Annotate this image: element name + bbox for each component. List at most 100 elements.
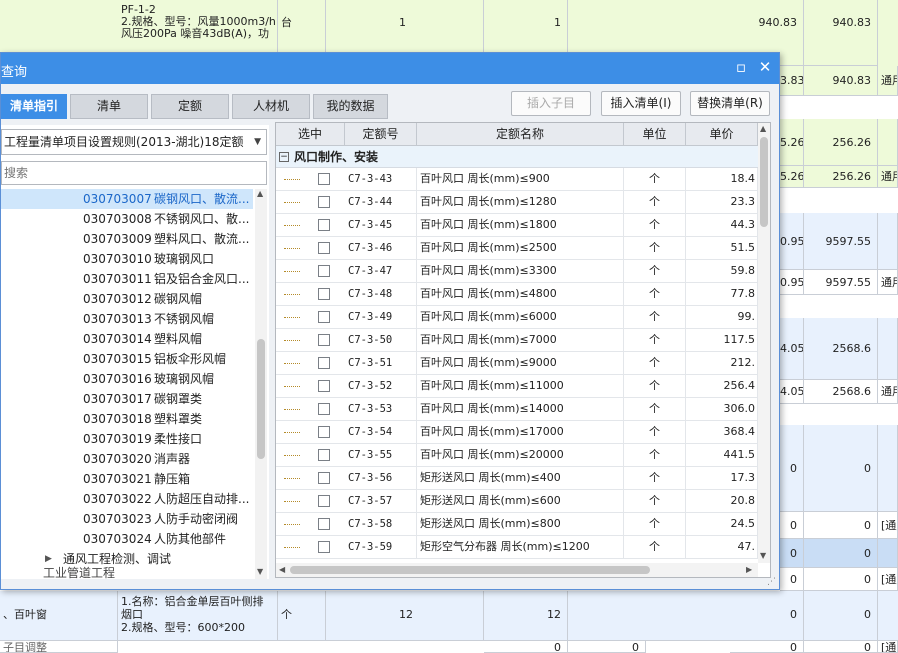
scroll-right-icon[interactable]: ▶ bbox=[746, 565, 752, 574]
resize-grip-icon[interactable]: ⋰ bbox=[767, 577, 776, 587]
grid-hscroll-thumb[interactable] bbox=[290, 566, 650, 574]
table-row[interactable]: C7-3-56 矩形送风口 周长(mm)≤400 个 17.3 bbox=[276, 467, 758, 490]
tree-item[interactable]: 030703023 人防手动密闭阀 bbox=[1, 509, 253, 529]
table-row[interactable]: C7-3-53 百叶风口 周长(mm)≤14000 个 306.0 bbox=[276, 398, 758, 421]
tree-item-code: 030703017 bbox=[83, 392, 152, 406]
tree-item[interactable]: 030703016 玻璃钢风帽 bbox=[1, 369, 253, 389]
select-checkbox[interactable] bbox=[318, 449, 330, 461]
col-header-code[interactable]: 定额号 bbox=[345, 123, 417, 146]
tree-folder-item[interactable]: 工业管道工程 bbox=[1, 563, 253, 579]
search-input[interactable] bbox=[1, 161, 267, 185]
table-row[interactable]: C7-3-49 百叶风口 周长(mm)≤6000 个 99. bbox=[276, 306, 758, 329]
grid-vscrollbar[interactable]: ▲ ▼ bbox=[758, 123, 770, 563]
tree-item-name: 不锈钢风口、散... bbox=[154, 212, 250, 226]
rule-select[interactable]: 工程量清单项目设置规则(2013-湖北)18定额 ▼ bbox=[1, 129, 267, 155]
select-checkbox[interactable] bbox=[318, 173, 330, 185]
table-row[interactable]: C7-3-47 百叶风口 周长(mm)≤3300 个 59.8 bbox=[276, 260, 758, 283]
tree-item[interactable]: 030703010 玻璃钢风口 bbox=[1, 249, 253, 269]
tree-item-name: 塑料风帽 bbox=[154, 332, 203, 346]
tree-scrollbar[interactable]: ▲ ▼ bbox=[255, 189, 267, 579]
tree-item[interactable]: 030703011 铝及铝合金风口... bbox=[1, 269, 253, 289]
quota-price: 256.4 bbox=[686, 375, 758, 397]
insert-list-button[interactable]: 插入清单(I) bbox=[601, 91, 681, 116]
scroll-up-icon[interactable]: ▲ bbox=[760, 124, 766, 133]
table-row[interactable]: C7-3-54 百叶风口 周长(mm)≤17000 个 368.4 bbox=[276, 421, 758, 444]
select-checkbox[interactable] bbox=[318, 334, 330, 346]
tree-item[interactable]: 030703019 柔性接口 bbox=[1, 429, 253, 449]
tab-material[interactable]: 人材机 bbox=[232, 94, 310, 119]
select-checkbox[interactable] bbox=[318, 472, 330, 484]
table-row[interactable]: C7-3-43 百叶风口 周长(mm)≤900 个 18.4 bbox=[276, 168, 758, 191]
select-checkbox[interactable] bbox=[318, 357, 330, 369]
tree-item[interactable]: 030703015 铝板伞形风帽 bbox=[1, 349, 253, 369]
table-row[interactable]: C7-3-50 百叶风口 周长(mm)≤7000 个 117.5 bbox=[276, 329, 758, 352]
table-row[interactable]: C7-3-58 矩形送风口 周长(mm)≤800 个 24.5 bbox=[276, 513, 758, 536]
grid-vscroll-thumb[interactable] bbox=[760, 137, 768, 227]
scroll-up-icon[interactable]: ▲ bbox=[257, 189, 263, 198]
select-checkbox[interactable] bbox=[318, 311, 330, 323]
table-row[interactable]: C7-3-46 百叶风口 周长(mm)≤2500 个 51.5 bbox=[276, 237, 758, 260]
grid-hscrollbar[interactable]: ◀ ▶ bbox=[276, 563, 758, 577]
quota-unit: 个 bbox=[624, 329, 686, 351]
table-row[interactable]: C7-3-44 百叶风口 周长(mm)≤1280 个 23.3 bbox=[276, 191, 758, 214]
table-row[interactable]: C7-3-57 矩形送风口 周长(mm)≤600 个 20.8 bbox=[276, 490, 758, 513]
tree-item[interactable]: 030703018 塑料罩类 bbox=[1, 409, 253, 429]
select-checkbox[interactable] bbox=[318, 541, 330, 553]
table-row[interactable]: C7-3-51 百叶风口 周长(mm)≤9000 个 212. bbox=[276, 352, 758, 375]
select-checkbox[interactable] bbox=[318, 196, 330, 208]
tree-item[interactable]: 030703017 碳钢罩类 bbox=[1, 389, 253, 409]
col-header-select[interactable]: 选中 bbox=[276, 123, 345, 146]
insert-child-button[interactable]: 插入子目 bbox=[511, 91, 591, 116]
tab-quota[interactable]: 定额 bbox=[151, 94, 229, 119]
select-checkbox[interactable] bbox=[318, 518, 330, 530]
tree-item[interactable]: 030703020 消声器 bbox=[1, 449, 253, 469]
select-checkbox[interactable] bbox=[318, 265, 330, 277]
last-row-v3: 0 bbox=[730, 641, 804, 653]
tree-item[interactable]: 030703022 人防超压自动排... bbox=[1, 489, 253, 509]
select-checkbox[interactable] bbox=[318, 426, 330, 438]
table-row[interactable]: C7-3-52 百叶风口 周长(mm)≤11000 个 256.4 bbox=[276, 375, 758, 398]
col-header-name[interactable]: 定额名称 bbox=[417, 123, 624, 146]
tab-my-data[interactable]: 我的数据 bbox=[313, 94, 388, 119]
select-checkbox[interactable] bbox=[318, 242, 330, 254]
table-row[interactable]: C7-3-48 百叶风口 周长(mm)≤4800 个 77.8 bbox=[276, 283, 758, 306]
quota-grid: 选中 定额号 定额名称 单位 单价 − 风口制作、安装 C7-3-43 百叶风口 … bbox=[275, 122, 771, 578]
tree-scroll-thumb[interactable] bbox=[257, 339, 265, 459]
col-header-price[interactable]: 单价 bbox=[686, 123, 758, 146]
tree-item[interactable]: 030703008 不锈钢风口、散... bbox=[1, 209, 253, 229]
tree-line bbox=[284, 179, 300, 180]
replace-list-button[interactable]: 替换清单(R) bbox=[690, 91, 770, 116]
quota-code: C7-3-45 bbox=[345, 214, 417, 236]
select-checkbox[interactable] bbox=[318, 403, 330, 415]
group-row[interactable]: − 风口制作、安装 bbox=[276, 146, 758, 168]
table-row[interactable]: C7-3-45 百叶风口 周长(mm)≤1800 个 44.3 bbox=[276, 214, 758, 237]
chevron-down-icon[interactable]: ▼ bbox=[254, 130, 261, 154]
tab-list-guide[interactable]: 清单指引 bbox=[1, 94, 67, 119]
tree-item[interactable]: 030703014 塑料风帽 bbox=[1, 329, 253, 349]
tab-list[interactable]: 清单 bbox=[70, 94, 148, 119]
table-row[interactable]: C7-3-55 百叶风口 周长(mm)≤20000 个 441.5 bbox=[276, 444, 758, 467]
tree-item[interactable]: 030703012 碳钢风帽 bbox=[1, 289, 253, 309]
tree-item[interactable]: 030703013 不锈钢风帽 bbox=[1, 309, 253, 329]
select-checkbox[interactable] bbox=[318, 380, 330, 392]
tree-item[interactable]: 030703007 碳钢风口、散流... bbox=[1, 189, 253, 209]
dialog-titlebar[interactable]: 查询 ▫ ✕ bbox=[1, 53, 779, 84]
quota-code: C7-3-53 bbox=[345, 398, 417, 420]
select-checkbox[interactable] bbox=[318, 288, 330, 300]
tree-item[interactable]: 030703024 人防其他部件 bbox=[1, 529, 253, 549]
maximize-icon[interactable]: ▫ bbox=[732, 58, 750, 76]
tree-item-name: 消声器 bbox=[154, 452, 191, 466]
sheet-note-cell: 通用 bbox=[878, 166, 898, 188]
close-icon[interactable]: ✕ bbox=[756, 58, 774, 76]
select-checkbox[interactable] bbox=[318, 219, 330, 231]
table-row[interactable]: C7-3-59 矩形空气分布器 周长(mm)≤1200 个 47. bbox=[276, 536, 758, 559]
scroll-down-icon[interactable]: ▼ bbox=[257, 567, 263, 576]
scroll-left-icon[interactable]: ◀ bbox=[279, 565, 285, 574]
tree-item[interactable]: 030703009 塑料风口、散流... bbox=[1, 229, 253, 249]
collapse-icon[interactable]: − bbox=[279, 152, 289, 162]
col-header-unit[interactable]: 单位 bbox=[624, 123, 686, 146]
select-checkbox[interactable] bbox=[318, 495, 330, 507]
tree-item-name: 人防手动密闭阀 bbox=[154, 512, 239, 526]
tree-item[interactable]: 030703021 静压箱 bbox=[1, 469, 253, 489]
scroll-down-icon[interactable]: ▼ bbox=[760, 551, 766, 560]
